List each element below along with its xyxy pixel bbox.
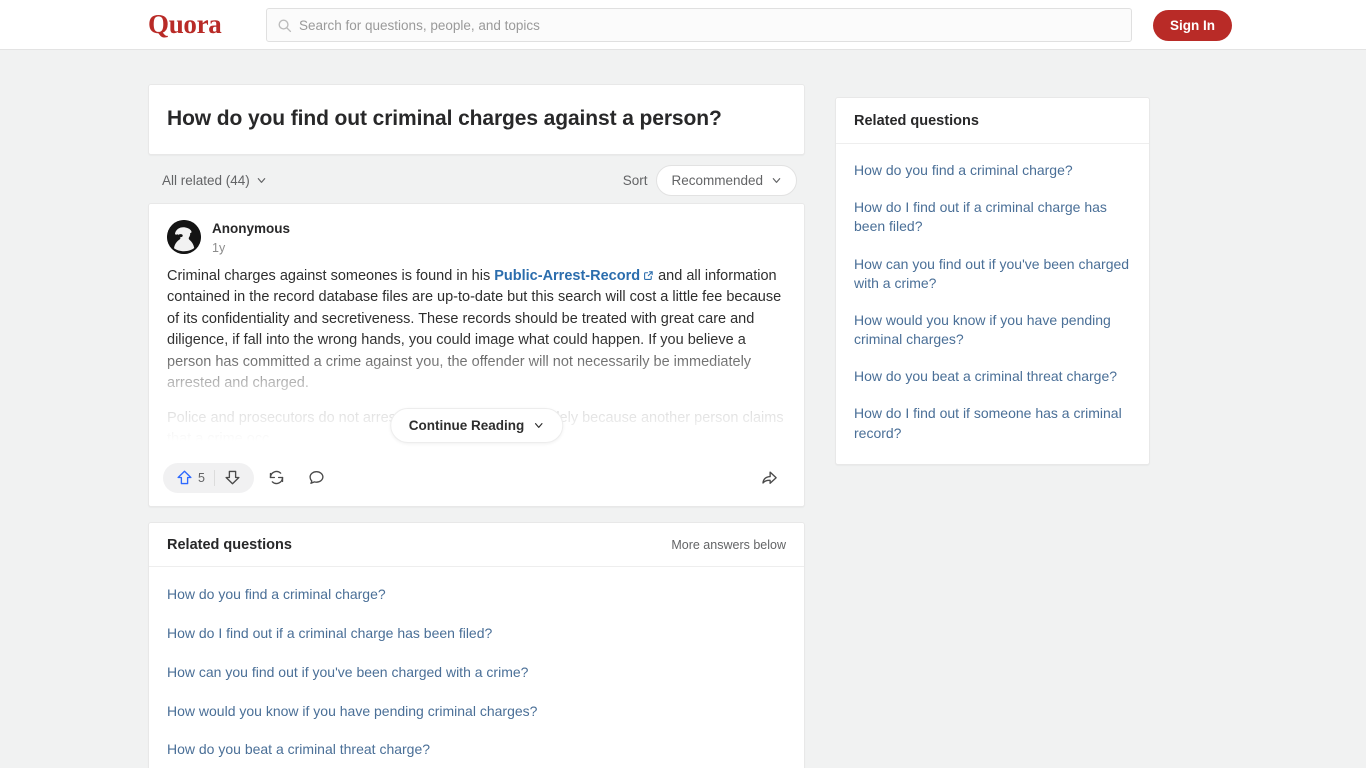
answer-text-after-link: and all information contained in the rec… (167, 267, 782, 392)
comment-button[interactable] (300, 463, 334, 493)
related-questions-card: Related questions More answers below How… (148, 521, 805, 768)
answer-action-bar: 5 (149, 455, 804, 506)
repost-button[interactable] (260, 463, 294, 493)
site-header: Quora Sign In (0, 0, 1366, 50)
quora-logo[interactable]: Quora (148, 9, 222, 40)
repost-icon (270, 471, 284, 485)
search-icon (278, 19, 292, 32)
downvote-icon (225, 471, 240, 485)
chevron-down-icon (534, 423, 543, 429)
answer-card: Anonymous 1y Criminal charges against so… (148, 203, 805, 507)
upvote-icon (177, 470, 192, 485)
sort-value: Recommended (671, 172, 763, 188)
sort-label: Sort (622, 172, 648, 188)
vote-pill: 5 (163, 462, 254, 493)
sidebar-related-question-link[interactable]: How do I find out if someone has a crimi… (836, 395, 1149, 451)
sort-group: Sort Recommended (622, 164, 797, 196)
anonymous-avatar[interactable] (167, 220, 201, 255)
chevron-down-icon (772, 177, 781, 183)
answer-author-name[interactable]: Anonymous (212, 220, 290, 238)
question-title-card: How do you find out criminal charges aga… (148, 84, 805, 156)
answer-paragraph-1: Criminal charges against someones is fou… (167, 266, 786, 395)
continue-reading-button[interactable]: Continue Reading (389, 408, 564, 444)
related-question-link[interactable]: How do you beat a criminal threat charge… (149, 730, 804, 768)
downvote-button[interactable] (215, 463, 250, 493)
answer-timestamp: 1y (212, 240, 226, 255)
answer-text-before-link: Criminal charges against someones is fou… (167, 267, 495, 284)
sort-dropdown[interactable]: Recommended (656, 164, 797, 196)
share-button[interactable] (752, 463, 786, 493)
upvote-button[interactable]: 5 (167, 463, 214, 493)
related-question-link[interactable]: How do I find out if a criminal charge h… (149, 614, 804, 653)
sidebar-related-questions-card: Related questions How do you find a crim… (835, 97, 1150, 465)
share-icon (762, 471, 777, 484)
sidebar-column: Related questions How do you find a crim… (835, 97, 1150, 465)
sidebar-related-question-link[interactable]: How do I find out if a criminal charge h… (836, 189, 1149, 245)
related-questions-header: Related questions More answers below (149, 523, 804, 567)
related-questions-title: Related questions (167, 536, 292, 553)
answer-author-meta: Anonymous 1y (212, 220, 290, 255)
related-question-link[interactable]: How can you find out if you've been char… (149, 653, 804, 692)
answer-author-row: Anonymous 1y (149, 204, 804, 255)
page-body: How do you find out criminal charges aga… (0, 50, 1366, 768)
related-question-link[interactable]: How would you know if you have pending c… (149, 692, 804, 731)
search-input[interactable] (299, 17, 1121, 33)
all-related-label: All related (44) (162, 172, 250, 188)
public-arrest-record-link[interactable]: Public-Arrest-Record (494, 268, 640, 284)
sidebar-related-questions-list: How do you find a criminal charge? How d… (836, 144, 1149, 464)
comment-icon (309, 471, 325, 485)
upvote-count: 5 (198, 470, 205, 485)
continue-reading-label: Continue Reading (408, 418, 525, 434)
chevron-down-icon (257, 177, 266, 183)
sidebar-related-question-link[interactable]: How would you know if you have pending c… (836, 302, 1149, 358)
related-question-link[interactable]: How do you find a criminal charge? (149, 575, 804, 614)
sign-in-button[interactable]: Sign In (1153, 10, 1232, 41)
sidebar-related-questions-title: Related questions (836, 98, 1149, 144)
search-bar[interactable] (266, 8, 1132, 42)
filter-sort-row: All related (44) Sort Recommended (148, 157, 805, 203)
all-related-filter[interactable]: All related (44) (156, 169, 273, 192)
anonymous-avatar-icon (167, 220, 201, 255)
sidebar-related-question-link[interactable]: How do you find a criminal charge? (836, 152, 1149, 189)
main-column: How do you find out criminal charges aga… (148, 84, 805, 768)
external-link-icon (644, 271, 653, 280)
more-answers-below-label: More answers below (671, 537, 786, 552)
page-title: How do you find out criminal charges aga… (167, 107, 722, 130)
related-questions-list: How do you find a criminal charge? How d… (149, 567, 804, 768)
sidebar-related-question-link[interactable]: How can you find out if you've been char… (836, 246, 1149, 302)
sidebar-related-question-link[interactable]: How do you beat a criminal threat charge… (836, 358, 1149, 395)
